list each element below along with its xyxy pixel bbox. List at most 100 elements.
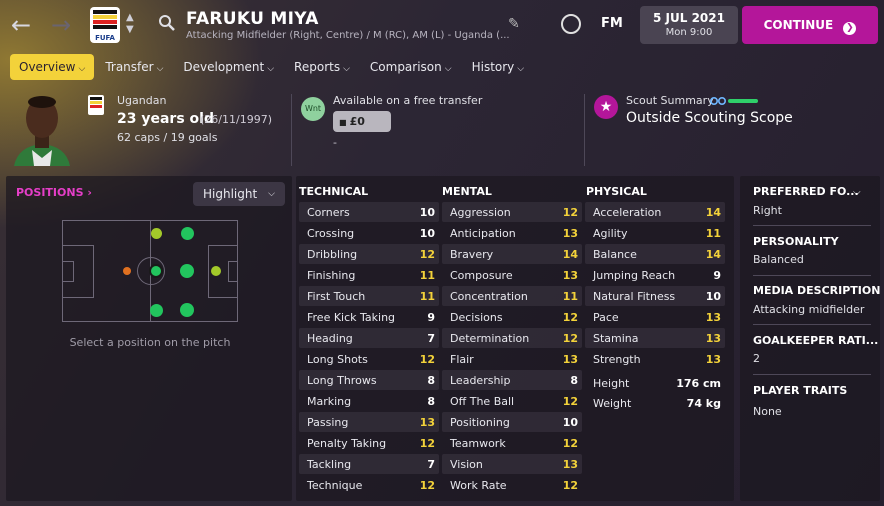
attribute-row[interactable]: Leadership 8 [442,370,582,390]
attribute-row[interactable]: Jumping Reach 9 [585,265,725,285]
chevron-down-icon: ⌵ [517,64,525,74]
chevron-down-icon[interactable]: ⌵ [853,187,861,198]
tab-label: Reports [294,60,341,74]
pitch-line [208,297,238,298]
chevron-down-icon: ⌵ [156,64,164,74]
attribute-row[interactable]: Free Kick Taking 9 [299,307,439,327]
position-ml[interactable] [151,228,162,239]
badge-text: FUFA [95,34,115,42]
position-mr[interactable] [150,304,163,317]
attribute-row[interactable]: Tackling 7 [299,454,439,474]
attribute-value: 7 [427,458,435,471]
continue-label: CONTINUE [763,18,834,32]
attribute-value: 10 [419,227,435,240]
attribute-row[interactable]: Aggression 12 [442,202,582,222]
attribute-row[interactable]: Stamina 13 [585,328,725,348]
date-box[interactable]: 5 JUL 2021 Mon 9:00 [640,6,738,44]
attribute-row[interactable]: Teamwork 12 [442,433,582,453]
current-date: 5 JUL 2021 [653,11,725,25]
attribute-value: 12 [562,332,578,345]
edit-icon[interactable]: ✎ [508,16,520,32]
attribute-name: Corners [307,206,350,219]
attribute-value: 10 [562,416,578,429]
nationality: Ugandan [117,94,167,107]
attribute-name: Decisions [450,311,503,324]
attribute-row[interactable]: Balance 14 [585,244,725,264]
positions-link[interactable]: POSITIONS › [16,186,92,199]
attribute-name: Free Kick Taking [307,311,396,324]
attribute-name: Technique [307,479,363,492]
attribute-row[interactable]: Dribbling 12 [299,244,439,264]
attribute-name: Dribbling [307,248,358,261]
position-aml[interactable] [181,227,194,240]
tab-reports[interactable]: Reports ⌵ [285,54,359,80]
tab-transfer[interactable]: Transfer ⌵ [96,54,172,80]
pitch-line [228,261,238,262]
tab-comparison[interactable]: Comparison ⌵ [361,54,461,80]
attribute-row[interactable]: Natural Fitness 10 [585,286,725,306]
attribute-row[interactable]: Agility 11 [585,223,725,243]
attribute-row[interactable]: Crossing 10 [299,223,439,243]
top-bar: ← → FUFA ▲ ▼ FARUKU MIYA Attacking Midfie… [0,0,884,50]
chevron-down-icon: ⌵ [267,64,275,74]
transfer-extra: - [333,136,337,149]
attribute-value: 13 [705,332,721,345]
back-arrow-icon[interactable]: ← [8,10,34,40]
continue-button[interactable]: CONTINUE ❯ [742,6,878,44]
attribute-value: 13 [705,353,721,366]
pitch-line [63,261,73,262]
football-icon[interactable] [561,14,581,34]
attribute-row[interactable]: Penalty Taking 12 [299,433,439,453]
attribute-row[interactable]: Concentration 11 [442,286,582,306]
highlight-dropdown[interactable]: Highlight ⌵ [193,182,285,206]
player-avatar [14,96,70,166]
current-time: Mon 9:00 [665,27,713,38]
tab-history[interactable]: History ⌵ [463,54,534,80]
attribute-row[interactable]: First Touch 11 [299,286,439,306]
attribute-row[interactable]: Long Shots 12 [299,349,439,369]
attribute-row[interactable]: Technique 12 [299,475,439,495]
transfer-fee-box: ■ £0 [333,111,391,132]
attribute-row[interactable]: Determination 12 [442,328,582,348]
attribute-name: Positioning [450,416,510,429]
attribute-row[interactable]: Pace 13 [585,307,725,327]
attribute-row[interactable]: Strength 13 [585,349,725,369]
position-amr[interactable] [180,303,194,317]
pitch-diagram[interactable] [62,220,238,322]
player-up-down-icon[interactable]: ▲ ▼ [126,12,134,36]
attribute-row[interactable]: Positioning 10 [442,412,582,432]
tab-overview[interactable]: Overview ⌵ [10,54,95,80]
attribute-row[interactable]: Work Rate 12 [442,475,582,495]
attribute-value: 10 [705,290,721,303]
attribute-row[interactable]: Acceleration 14 [585,202,725,222]
attribute-row[interactable]: Marking 8 [299,391,439,411]
attribute-row[interactable]: Off The Ball 12 [442,391,582,411]
pitch-line [63,281,73,282]
position-st[interactable] [211,266,221,276]
attribute-row[interactable]: Composure 13 [442,265,582,285]
attribute-row[interactable]: Passing 13 [299,412,439,432]
attribute-row[interactable]: Finishing 11 [299,265,439,285]
height-value: 176 cm [676,377,721,390]
scout-knowledge-bar [728,99,758,103]
attribute-name: Strength [593,353,641,366]
forward-arrow-icon[interactable]: → [48,10,74,40]
search-icon[interactable] [158,14,176,32]
fm-logo[interactable]: FM [601,16,623,31]
pitch-line [73,261,74,282]
position-dm[interactable] [123,267,131,275]
position-mc[interactable] [149,264,163,278]
attribute-row[interactable]: Flair 13 [442,349,582,369]
attribute-row[interactable]: Bravery 14 [442,244,582,264]
attribute-row[interactable]: Long Throws 8 [299,370,439,390]
attribute-row[interactable]: Heading 7 [299,328,439,348]
preferred-foot-title: PREFERRED FO... [753,185,859,198]
attribute-value: 9 [713,269,721,282]
player-traits: None [753,405,782,418]
attribute-row[interactable]: Decisions 12 [442,307,582,327]
attribute-row[interactable]: Vision 13 [442,454,582,474]
tab-development[interactable]: Development ⌵ [174,54,283,80]
attribute-row[interactable]: Corners 10 [299,202,439,222]
attribute-row[interactable]: Anticipation 13 [442,223,582,243]
position-amc[interactable] [180,264,194,278]
